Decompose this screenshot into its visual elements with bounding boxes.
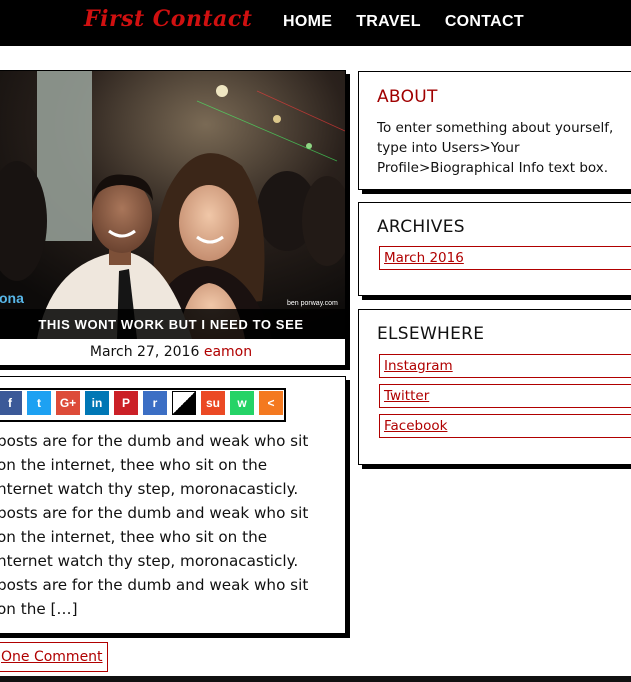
post-title-bar: THIS WONT WORK BUT I NEED TO SEE	[0, 309, 345, 339]
nav-travel[interactable]: TRAVEL	[356, 13, 421, 31]
site-header: First Contact HOME TRAVEL CONTACT	[0, 0, 631, 46]
about-title: ABOUT	[377, 87, 438, 107]
google-plus-icon[interactable]: G+	[56, 391, 80, 415]
elsewhere-link-instagram[interactable]: Instagram	[379, 354, 631, 378]
main-nav: HOME TRAVEL CONTACT	[283, 13, 548, 31]
watermark-right: ben porway.com	[287, 300, 338, 307]
whatsapp-icon[interactable]: w	[230, 391, 254, 415]
elsewhere-title: ELSEWHERE	[377, 324, 485, 344]
watermark-left: ona	[0, 290, 24, 306]
more-share-icon[interactable]: <	[259, 391, 283, 415]
nav-home[interactable]: HOME	[283, 13, 332, 31]
archives-title: ARCHIVES	[377, 217, 465, 237]
twitter-icon[interactable]: t	[27, 391, 51, 415]
archives-widget: ARCHIVES March 2016	[358, 202, 631, 296]
linkedin-icon[interactable]: in	[85, 391, 109, 415]
post-excerpt: posts are for the dumb and weak who sit …	[0, 432, 309, 618]
pinterest-icon[interactable]: P	[114, 391, 138, 415]
post-date[interactable]: March 27, 2016	[90, 344, 199, 360]
nav-contact[interactable]: CONTACT	[445, 13, 524, 31]
post-card: ona ben porway.com THIS WONT WORK BUT I …	[0, 70, 346, 366]
club-photo-illustration: ona ben porway.com	[0, 71, 345, 339]
post-title[interactable]: THIS WONT WORK BUT I NEED TO SEE	[38, 317, 303, 332]
comments-link[interactable]: One Comment	[0, 642, 108, 672]
post-excerpt-card: f t G+ in Pr su w < posts are for the dumb and …	[0, 376, 346, 634]
about-widget: ABOUT To enter something about yourself,…	[358, 71, 631, 190]
site-logo[interactable]: First Contact	[84, 6, 252, 32]
bottom-strip	[0, 676, 631, 682]
post-meta: March 27, 2016 eamon	[0, 344, 345, 360]
stumbleupon-icon[interactable]: su	[201, 391, 225, 415]
post-featured-image[interactable]: ona ben porway.com THIS WONT WORK BUT I …	[0, 71, 345, 339]
elsewhere-link-facebook[interactable]: Facebook	[379, 414, 631, 438]
elsewhere-link-twitter[interactable]: Twitter	[379, 384, 631, 408]
post-author[interactable]: eamon	[204, 344, 252, 360]
about-text: To enter something about yourself, type …	[377, 120, 614, 176]
facebook-icon[interactable]: f	[0, 391, 22, 415]
share-bar: f t G+ in Pr su w <	[0, 388, 286, 422]
archive-link-march-2016[interactable]: March 2016	[379, 246, 631, 270]
delicious-icon[interactable]	[172, 391, 196, 415]
elsewhere-widget: ELSEWHERE Instagram Twitter Facebook	[358, 309, 631, 465]
reddit-icon[interactable]: r	[143, 391, 167, 415]
